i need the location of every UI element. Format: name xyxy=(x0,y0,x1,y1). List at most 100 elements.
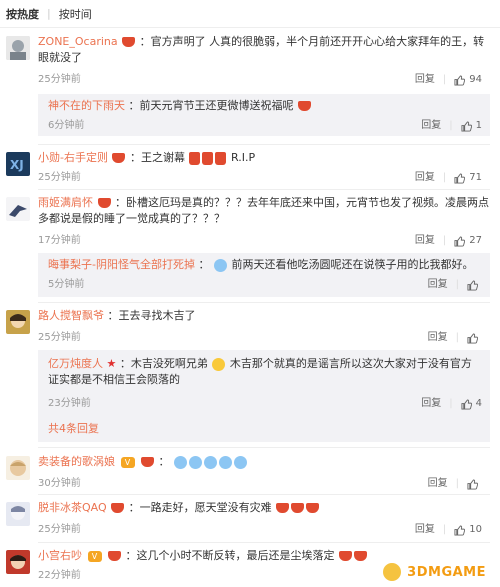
comment-item: XJ 小勋-右手定则 ：王之谢幕 R.I.P 25分钟前 回复 | 71 xyxy=(0,148,500,188)
reply-button[interactable]: 回复 xyxy=(428,277,448,293)
like-count: 1 xyxy=(475,120,482,131)
comment-text: ：一路走好，愿天堂没有灾难 xyxy=(128,501,272,514)
reply-box: 晦事梨子-阴阳怪气全部打死掉 ： 前两天还看他吃汤圆呢还在说筷子用的比我都好。 … xyxy=(38,253,490,297)
reply-author[interactable]: 神不在的下雨天 xyxy=(48,99,125,112)
divider xyxy=(38,542,490,543)
reply-button[interactable]: 回复 xyxy=(421,118,441,134)
divider xyxy=(38,302,490,303)
mascot-icon xyxy=(381,561,404,583)
comment-item: 雨姬满肩怀 ：卧槽这厄玛是真的？？？去年年底还来中国，元宵节也发了视频。凌晨两点… xyxy=(0,193,500,301)
crying-emoji-icon xyxy=(204,455,217,469)
comment-time: 25分钟前 xyxy=(38,332,81,343)
candle-icon xyxy=(291,503,305,513)
watermark-text: 3DMGAME xyxy=(407,564,486,580)
reply-time: 5分钟前 xyxy=(48,279,85,290)
reply-button[interactable]: 回复 xyxy=(415,522,435,538)
reply-time: 6分钟前 xyxy=(48,120,85,131)
verified-v-icon: V xyxy=(120,456,135,468)
like-count: 10 xyxy=(469,524,482,535)
reply-author[interactable]: 晦事梨子-阴阳怪气全部打死掉 xyxy=(48,258,195,271)
crying-emoji-icon xyxy=(213,258,227,272)
reply-button[interactable]: 回复 xyxy=(421,396,441,412)
avatar[interactable]: XJ xyxy=(6,152,30,176)
candle-icon xyxy=(354,551,367,561)
like-icon[interactable] xyxy=(454,235,466,247)
comment-time: 25分钟前 xyxy=(38,524,81,535)
like-icon[interactable] xyxy=(454,74,466,86)
comment-author[interactable]: 路人搅智飘爷 xyxy=(38,309,104,322)
crying-emoji-icon xyxy=(234,455,247,469)
comment-time: 30分钟前 xyxy=(38,478,81,489)
badge-icon xyxy=(141,457,154,467)
badge-icon xyxy=(111,503,125,513)
emoji-icon xyxy=(298,101,311,111)
avatar[interactable] xyxy=(6,310,30,334)
reply-author[interactable]: 亿万炖度人 xyxy=(48,357,103,370)
crying-emoji-icon xyxy=(219,455,232,469)
reply-text: 前两天还看他吃汤圆呢还在说筷子用的比我都好。 xyxy=(231,258,474,271)
reply-text: ：前天元宵节王还更微博送祝福呢 xyxy=(128,99,294,112)
like-icon[interactable] xyxy=(467,332,479,344)
like-icon[interactable] xyxy=(461,120,472,132)
candle-icon xyxy=(339,551,352,561)
like-icon[interactable] xyxy=(467,478,479,490)
comment-time: 25分钟前 xyxy=(38,74,81,85)
comment-item: ZONE_Ocarina ：官方声明了 人真的很脆弱，半个月前还开开心心给大家拜… xyxy=(0,32,500,156)
badge-icon xyxy=(108,551,121,561)
comment-item: 路人搅智飘爷 ：王去寻找木吉了 25分钟前 回复 | 亿万炖度人 ★ ：木吉没死… xyxy=(0,306,500,446)
like-icon[interactable] xyxy=(454,172,466,184)
comment-text: ： xyxy=(158,455,170,468)
sort-bar: 按热度 | 按时间 xyxy=(0,0,500,28)
avatar[interactable] xyxy=(6,456,30,480)
badge-icon xyxy=(97,198,111,208)
star-icon: ★ xyxy=(106,357,117,370)
comment-author[interactable]: 雨姬满肩怀 xyxy=(38,196,93,209)
svg-text:XJ: XJ xyxy=(10,158,24,172)
divider xyxy=(38,494,490,495)
avatar[interactable] xyxy=(6,36,30,60)
divider xyxy=(38,189,490,190)
avatar[interactable] xyxy=(6,550,30,574)
reply-box: 亿万炖度人 ★ ：木吉没死啊兄弟 木吉那个就真的是谣言所以这次大家对于没有官方证… xyxy=(38,350,490,442)
comment-time: 22分钟前 xyxy=(38,570,81,581)
comment-time: 17分钟前 xyxy=(38,235,81,246)
like-count: 71 xyxy=(469,172,482,183)
crying-emoji-icon xyxy=(174,455,187,469)
comment-author[interactable]: 卖装备的歌涡娘 xyxy=(38,455,115,468)
reply-button[interactable]: 回复 xyxy=(415,72,435,88)
crying-emoji-icon xyxy=(189,455,202,469)
avatar[interactable] xyxy=(6,197,30,221)
reply-text: ：木吉没死啊兄弟 xyxy=(119,357,208,370)
comment-text: ：这几个小时不断反转，最后还是尘埃落定 xyxy=(125,549,335,562)
like-icon[interactable] xyxy=(461,398,472,410)
avatar[interactable] xyxy=(6,502,30,526)
comment-time: 25分钟前 xyxy=(38,172,81,183)
reply-button[interactable]: 回复 xyxy=(415,170,435,186)
like-count: 4 xyxy=(475,398,482,409)
divider xyxy=(38,447,490,448)
reply-button[interactable]: 回复 xyxy=(428,330,448,346)
like-icon[interactable] xyxy=(454,524,466,536)
reply-button[interactable]: 回复 xyxy=(428,476,448,492)
candle-icon xyxy=(215,151,227,165)
divider xyxy=(38,144,490,145)
sort-by-hot[interactable]: 按热度 xyxy=(6,6,39,22)
more-replies-link[interactable]: 共4条回复 xyxy=(48,420,99,436)
verified-v-icon: V xyxy=(87,550,102,562)
badge-icon xyxy=(122,37,136,47)
comment-author[interactable]: 小宫右吵 xyxy=(38,549,82,562)
candle-icon xyxy=(276,503,290,513)
like-icon[interactable] xyxy=(467,279,479,291)
candle-icon xyxy=(202,151,214,165)
comment-item: 卖装备的歌涡娘 V ： 30分钟前 回复 | xyxy=(0,452,500,492)
reply-button[interactable]: 回复 xyxy=(415,233,435,249)
laughing-emoji-icon xyxy=(212,357,226,371)
sort-by-time[interactable]: 按时间 xyxy=(59,6,92,22)
comment-author[interactable]: ZONE_Ocarina xyxy=(38,35,118,48)
like-count: 94 xyxy=(469,74,482,85)
comment-author[interactable]: 小勋-右手定则 xyxy=(38,151,108,164)
comment-text-2: R.I.P xyxy=(230,151,256,164)
comment-author[interactable]: 脱非冰茶QAQ xyxy=(38,501,107,514)
reply-time: 23分钟前 xyxy=(48,398,91,409)
reply-box: 神不在的下雨天 ：前天元宵节王还更微博送祝福呢 6分钟前 回复 | 1 xyxy=(38,94,490,136)
